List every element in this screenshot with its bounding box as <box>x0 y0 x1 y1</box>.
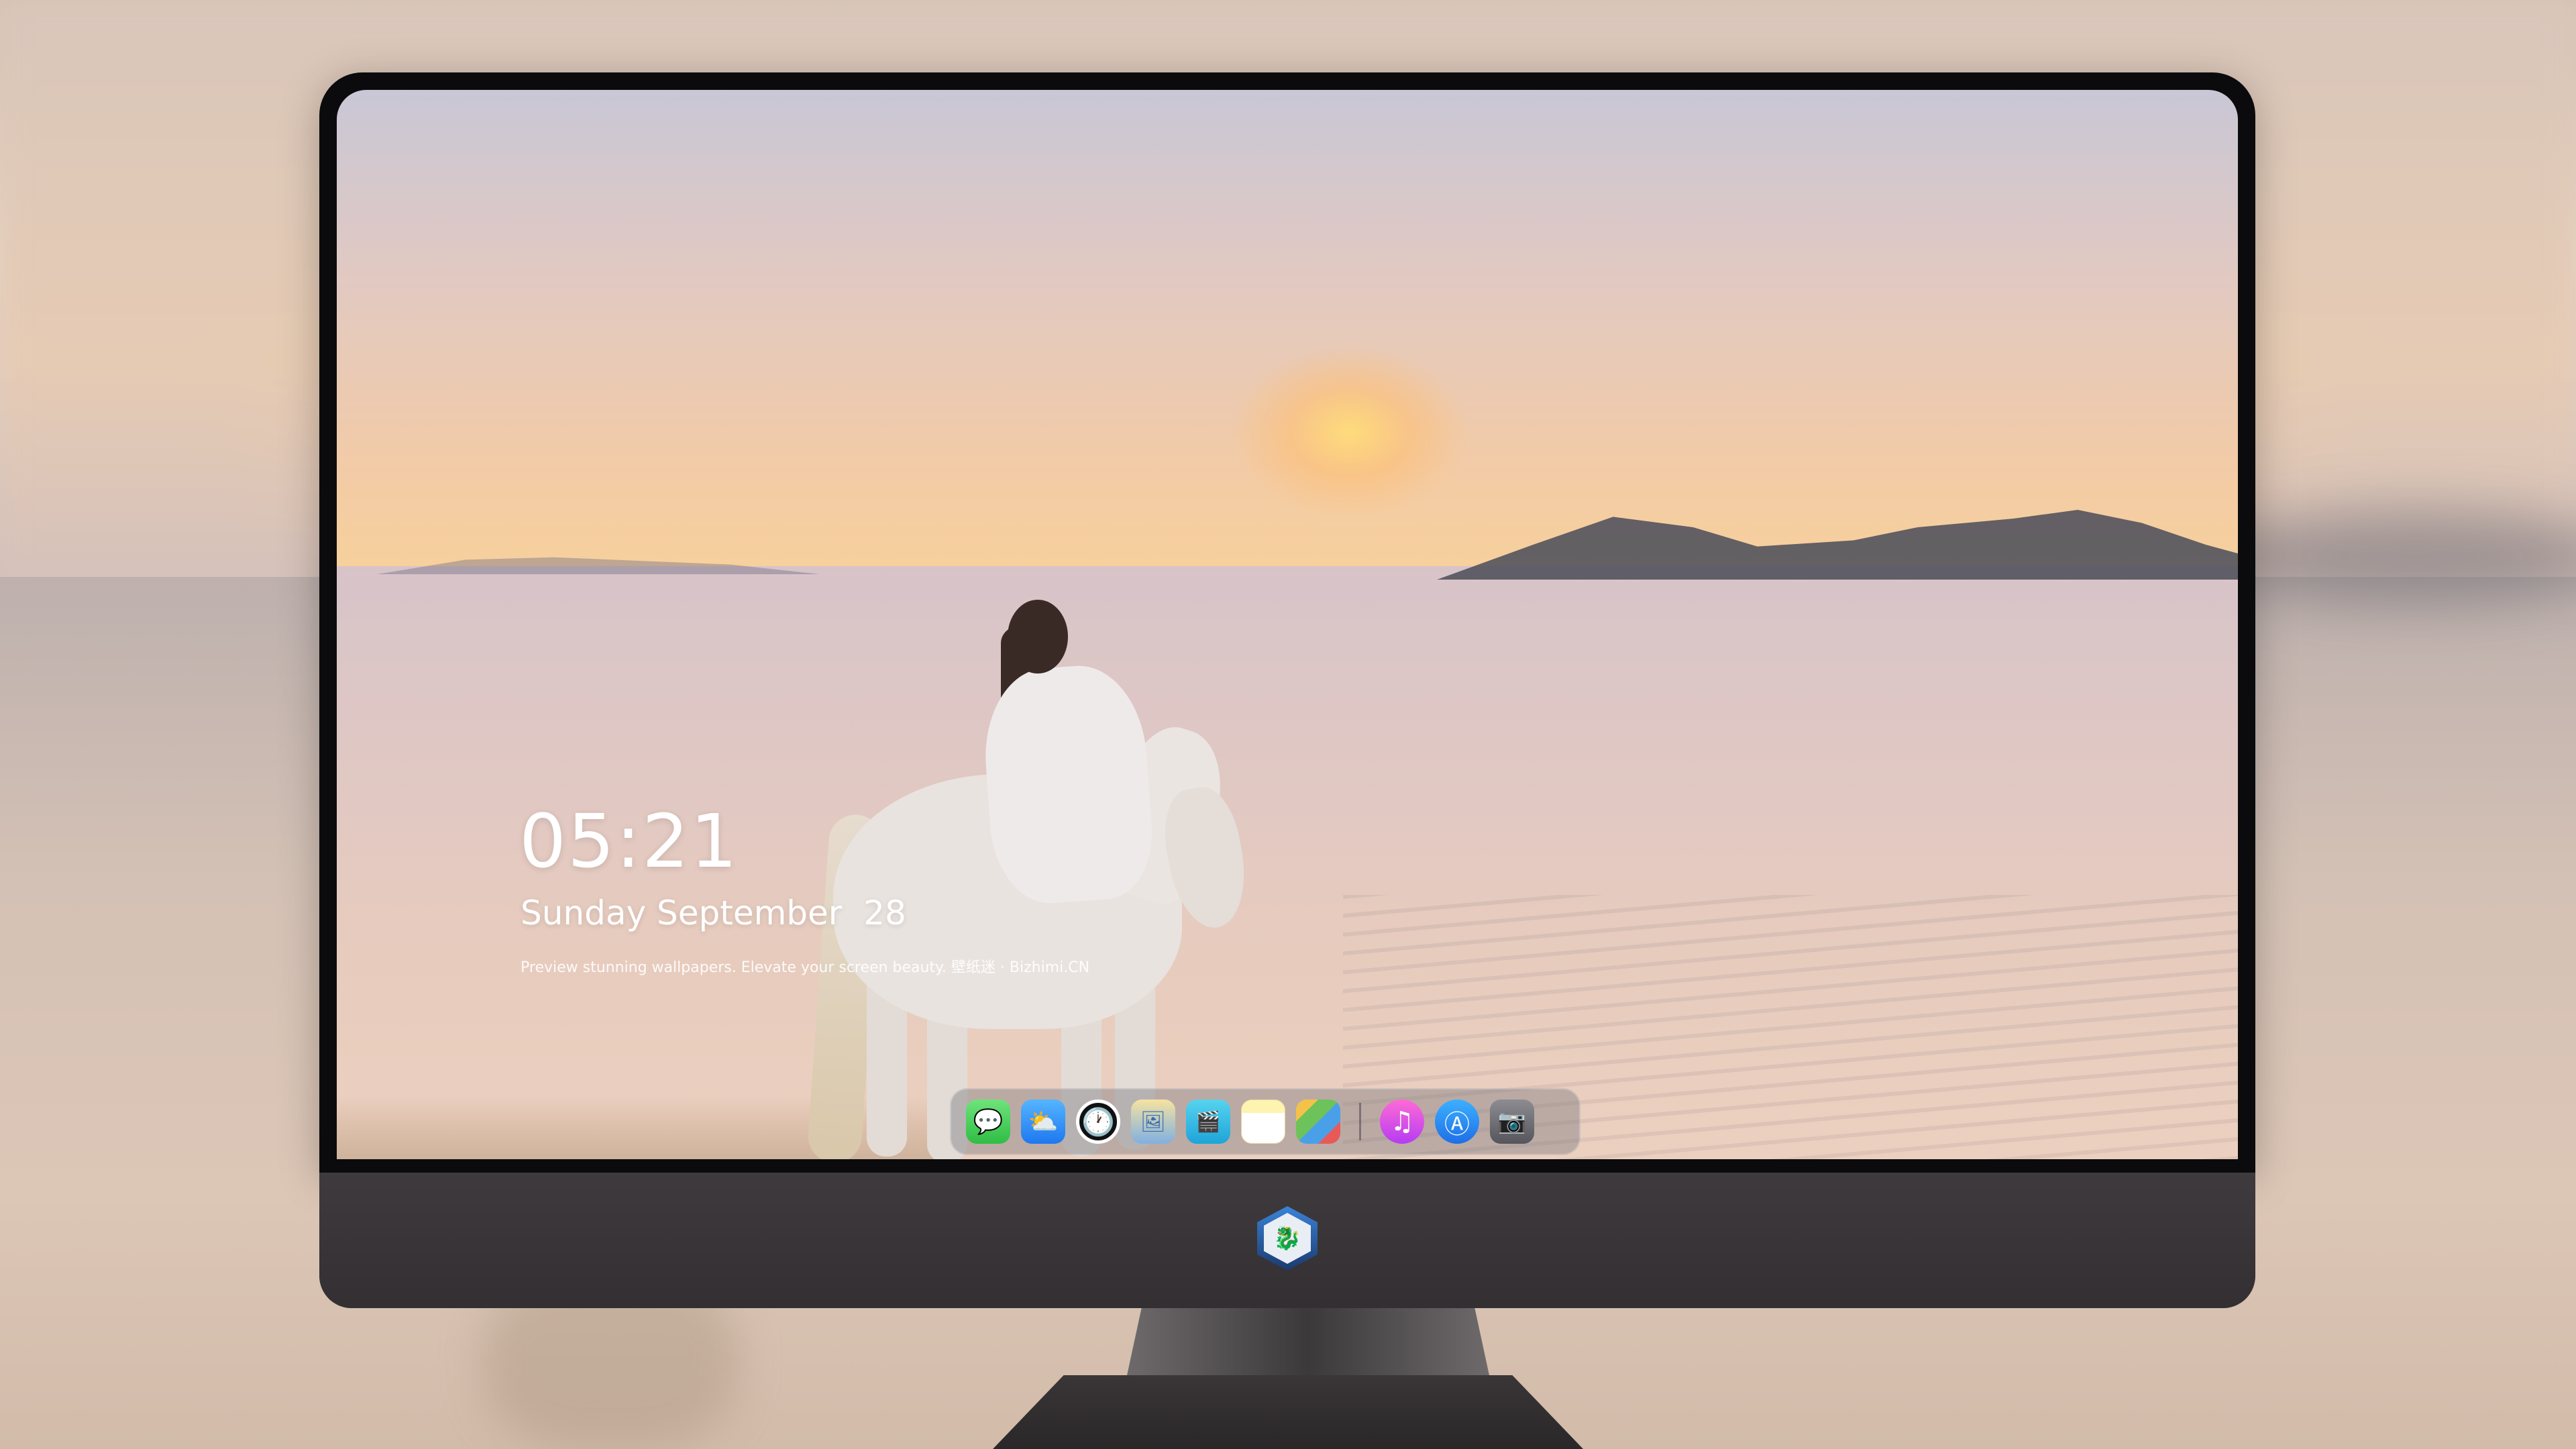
lockscreen-time: 05:21 <box>519 798 739 884</box>
lockscreen-tagline: Preview stunning wallpapers. Elevate you… <box>521 959 1090 976</box>
lockscreen-date: Sunday September 28 <box>521 894 906 932</box>
app-store-icon[interactable]: Ⓐ <box>1435 1099 1479 1144</box>
dragon-logo-icon: 🐉 <box>1254 1205 1321 1272</box>
clapperboard-icon[interactable]: 🎬 <box>1186 1099 1230 1144</box>
dock: 💬 ⛅ 🕐 🖼 🎬 ♫ Ⓐ 📷 <box>950 1088 1580 1155</box>
monitor-stand-base <box>993 1375 1583 1449</box>
wallpaper-sun <box>1229 345 1470 519</box>
monitor-stand-neck <box>1127 1308 1489 1375</box>
notes-icon[interactable] <box>1241 1099 1285 1144</box>
photos-icon[interactable] <box>1296 1099 1340 1144</box>
wallpaper-island <box>1437 510 2238 580</box>
dock-divider <box>1359 1103 1361 1140</box>
messages-icon[interactable]: 💬 <box>966 1099 1010 1144</box>
wallpaper-far-island <box>377 557 820 574</box>
music-icon[interactable]: ♫ <box>1380 1099 1424 1144</box>
camera-icon[interactable]: 📷 <box>1490 1099 1534 1144</box>
logo-glyph: 🐉 <box>1264 1213 1311 1264</box>
rider-head <box>1008 600 1068 674</box>
monitor-bezel: 05:21 Sunday September 28 Preview stunni… <box>319 72 2255 1173</box>
clock-icon[interactable]: 🕐 <box>1076 1099 1120 1144</box>
weather-icon[interactable]: ⛅ <box>1021 1099 1065 1144</box>
preview-icon[interactable]: 🖼 <box>1131 1099 1175 1144</box>
monitor: 05:21 Sunday September 28 Preview stunni… <box>319 72 2255 1308</box>
screen-wallpaper: 05:21 Sunday September 28 Preview stunni… <box>337 90 2238 1159</box>
